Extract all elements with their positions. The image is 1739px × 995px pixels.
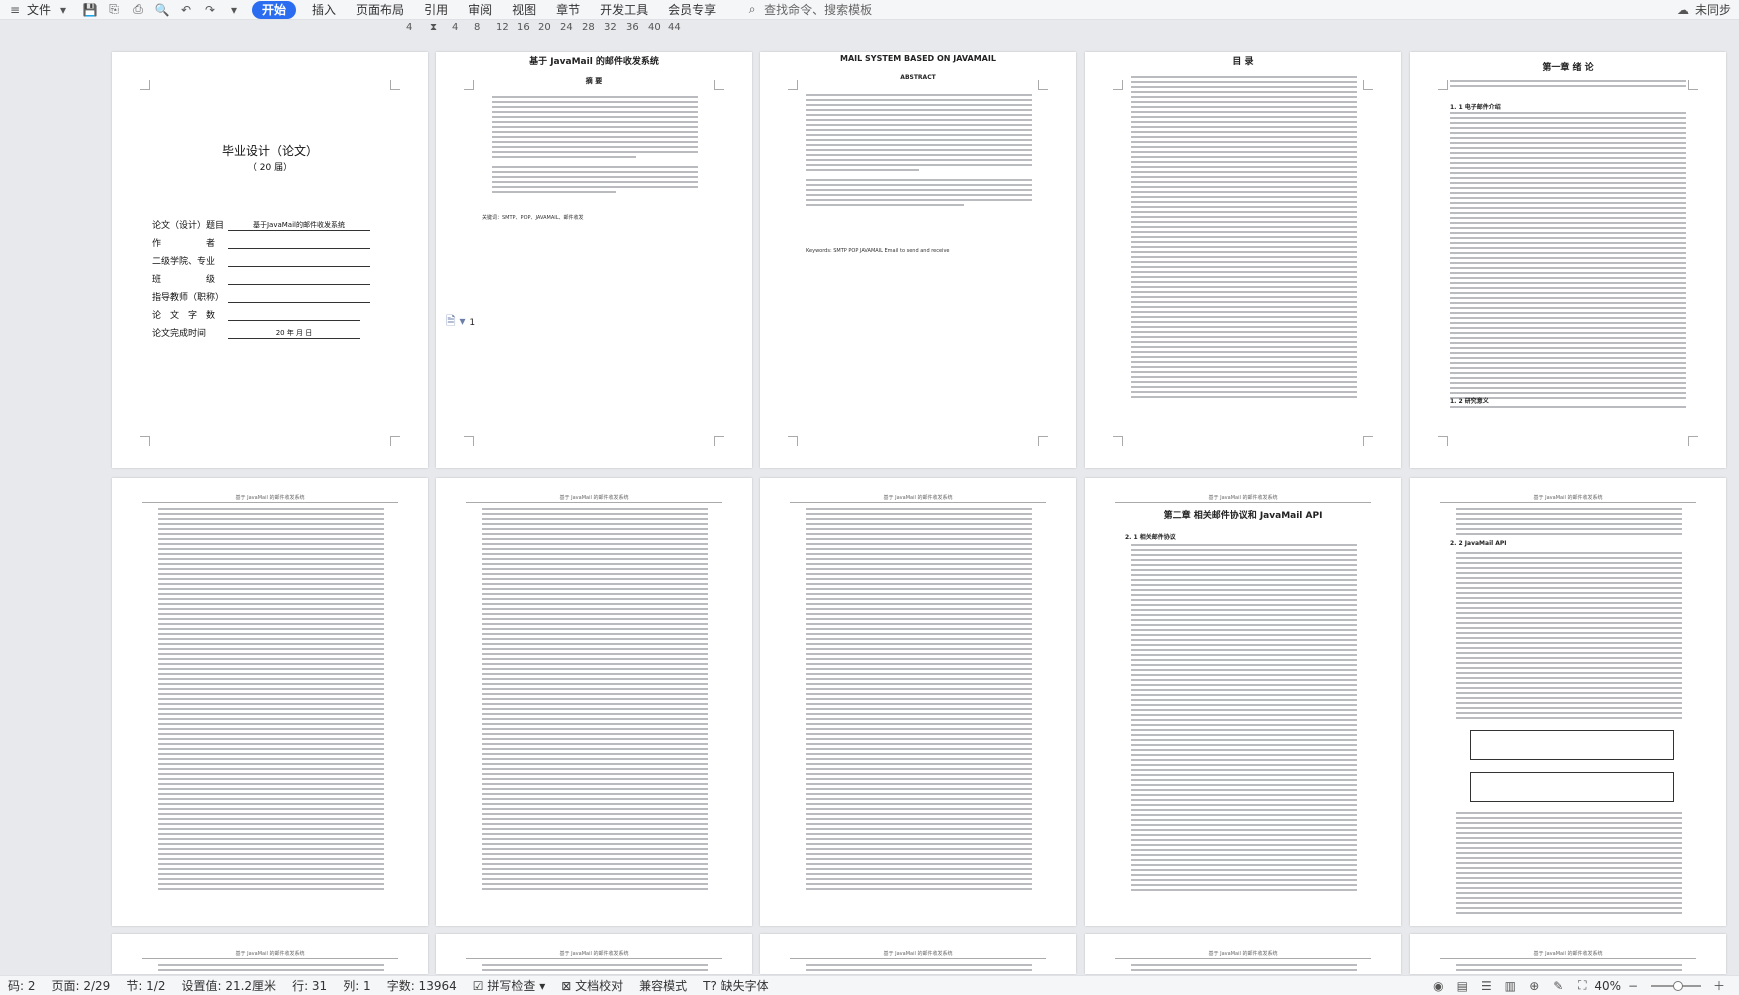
abstract-en-keywords: Keywords: SMTP POP JAVAMAIL Email to sen… — [806, 248, 950, 254]
redo-icon[interactable]: ↷ — [202, 2, 218, 18]
menu-icon: ≡ — [9, 2, 21, 17]
missing-font-button[interactable]: T? 缺失字体 — [695, 977, 777, 994]
code-box-2 — [1470, 772, 1674, 802]
abstract-cn-keywords: 关键词：SMTP、POP、JAVAMAIL、邮件收发 — [482, 215, 584, 221]
pen-icon[interactable]: ✎ — [1550, 978, 1566, 994]
status-setting[interactable]: 设置值: 21.2厘米 — [173, 977, 284, 994]
search-icon: ⌕ — [748, 2, 756, 16]
tab-view[interactable]: 视图 — [502, 0, 546, 20]
font-icon: T? — [703, 979, 717, 993]
abstract-cn-body — [492, 96, 698, 196]
status-page-code[interactable]: 码: 2 — [0, 977, 44, 994]
command-search[interactable]: ⌕ 查找命令、搜索模板 — [740, 1, 872, 18]
cover-row-author: 作 者 — [152, 236, 370, 249]
status-bar: 码: 2 页面: 2/29 节: 1/2 设置值: 21.2厘米 行: 31 列… — [0, 975, 1739, 995]
tab-developer[interactable]: 开发工具 — [590, 0, 658, 20]
abstract-en-body — [806, 94, 1032, 209]
zoom-out-icon[interactable]: − — [1625, 978, 1641, 994]
code-box-1 — [1470, 730, 1674, 760]
page-abstract-cn[interactable]: 基于 JavaMail 的邮件收发系统 摘 要 关键词：SMTP、POP、JAV… — [436, 52, 752, 468]
tab-member[interactable]: 会员专享 — [658, 0, 726, 20]
page-body-1[interactable]: 基于 JavaMail 的邮件收发系统 — [112, 478, 428, 926]
chevron-down-icon: ▾ — [60, 2, 67, 17]
zoom-level[interactable]: 40% — [1594, 979, 1621, 993]
page-body-2[interactable]: 基于 JavaMail 的邮件收发系统 — [436, 478, 752, 926]
checkbox-icon: ☑ — [472, 979, 484, 993]
web-view-icon[interactable]: ⊕ — [1526, 978, 1542, 994]
chapter2-sec1: 2. 1 相关邮件协议 — [1125, 534, 1176, 541]
outline-view-icon[interactable]: ☰ — [1478, 978, 1494, 994]
print-icon[interactable]: ⎙ — [130, 2, 146, 18]
indent-marker-icon[interactable]: ⧗ — [430, 22, 437, 33]
preview-icon[interactable]: 🔍 — [154, 2, 170, 18]
spell-check-button[interactable]: ☑ 拼写检查 ▾ — [465, 977, 553, 994]
tab-insert[interactable]: 插入 — [302, 0, 346, 20]
chapter1-title: 第一章 绪 论 — [1542, 63, 1594, 73]
page-body-6[interactable]: 基于 JavaMail 的邮件收发系统 — [112, 934, 428, 974]
abstract-en-title: MAIL SYSTEM BASED ON JAVAMAIL — [840, 54, 996, 63]
undo-icon[interactable]: ↶ — [178, 2, 194, 18]
cover-row-college: 二级学院、专业 — [152, 254, 370, 267]
chapter1-sec1: 1. 1 电子邮件介绍 — [1450, 104, 1501, 111]
page-header: 基于 JavaMail 的邮件收发系统 — [142, 494, 398, 503]
tab-references[interactable]: 引用 — [414, 0, 458, 20]
status-page[interactable]: 页面: 2/29 — [44, 977, 119, 994]
toc-title: 目 录 — [1232, 57, 1254, 67]
chapter1-sec2: 1. 2 研究意义 — [1450, 398, 1489, 405]
chapter2-title: 第二章 相关邮件协议和 JavaMail API — [1163, 511, 1323, 521]
tab-review[interactable]: 审阅 — [458, 0, 502, 20]
proofread-icon: ⊠ — [561, 979, 572, 993]
abstract-cn-title: 基于 JavaMail 的邮件收发系统 — [529, 57, 659, 67]
cover-row-date: 论文完成时间 20 年 月 日 — [152, 326, 360, 339]
cover-row-class: 班 级 — [152, 272, 370, 285]
fit-icon[interactable]: ⛶ — [1574, 978, 1590, 994]
compat-mode[interactable]: 兼容模式 — [631, 977, 695, 994]
file-menu[interactable]: ≡ 文件 ▾ — [0, 0, 78, 20]
page-cover[interactable]: 毕业设计（论文） （ 20 届） 论文（设计）题目 基于JavaMail的邮件收… — [112, 52, 428, 468]
ribbon-toolbar: ≡ 文件 ▾ 💾 ⎘ ⎙ 🔍 ↶ ↷ ▾ 开始 插入 页面布局 引用 审阅 视图… — [0, 0, 1739, 20]
status-section[interactable]: 节: 1/2 — [118, 977, 173, 994]
status-words[interactable]: 字数: 13964 — [379, 977, 465, 994]
chevron-down-icon: ▾ — [539, 979, 546, 993]
chapter1-body — [1450, 112, 1686, 402]
abstract-en-subtitle: ABSTRACT — [900, 74, 936, 81]
page-body-3[interactable]: 基于 JavaMail 的邮件收发系统 — [760, 478, 1076, 926]
zoom-slider[interactable] — [1651, 980, 1701, 991]
page-body-10[interactable]: 基于 JavaMail 的邮件收发系统 — [1410, 934, 1726, 974]
status-col[interactable]: 列: 1 — [335, 977, 379, 994]
eye-icon[interactable]: ◉ — [1430, 978, 1446, 994]
page-body-8[interactable]: 基于 JavaMail 的邮件收发系统 — [760, 934, 1076, 974]
cover-row-wordcount: 论 文 字 数 — [152, 308, 360, 321]
chapter1-intro — [1450, 80, 1686, 90]
chapter2-sec2: 2. 2 JavaMail API — [1450, 540, 1507, 547]
save-icon[interactable]: 💾 — [82, 2, 98, 18]
reading-view-icon[interactable]: ▥ — [1502, 978, 1518, 994]
toc-entries — [1131, 76, 1357, 401]
horizontal-ruler[interactable]: 4 ⧗ 4 8 12 16 20 24 28 32 36 40 44 — [396, 22, 736, 36]
page-body-5[interactable]: 基于 JavaMail 的邮件收发系统 2. 2 JavaMail API — [1410, 478, 1726, 926]
tab-home[interactable]: 开始 — [252, 0, 297, 19]
page-toc[interactable]: 目 录 — [1085, 52, 1401, 468]
page-chapter2[interactable]: 基于 JavaMail 的邮件收发系统 第二章 相关邮件协议和 JavaMail… — [1085, 478, 1401, 926]
sync-status[interactable]: ☁ 未同步 — [1671, 1, 1739, 18]
cover-row-title: 论文（设计）题目 基于JavaMail的邮件收发系统 — [152, 218, 370, 231]
page-body-9[interactable]: 基于 JavaMail 的邮件收发系统 — [1085, 934, 1401, 974]
page-abstract-en[interactable]: MAIL SYSTEM BASED ON JAVAMAIL ABSTRACT K… — [760, 52, 1076, 468]
status-row[interactable]: 行: 31 — [284, 977, 335, 994]
abstract-cn-subtitle: 摘 要 — [585, 77, 603, 85]
zoom-in-icon[interactable]: ＋ — [1711, 978, 1727, 994]
document-icon[interactable]: 🗎 ▾ 1 — [446, 312, 475, 333]
more-icon[interactable]: ▾ — [226, 2, 242, 18]
proofread-button[interactable]: ⊠ 文档校对 — [553, 977, 631, 994]
tab-chapter[interactable]: 章节 — [546, 0, 590, 20]
page-view-icon[interactable]: ▤ — [1454, 978, 1470, 994]
cover-year: （ 20 届） — [247, 163, 293, 173]
cover-row-advisor: 指导教师（职称） — [152, 290, 370, 303]
cover-title: 毕业设计（论文） — [221, 144, 318, 158]
page-body-7[interactable]: 基于 JavaMail 的邮件收发系统 — [436, 934, 752, 974]
export-icon[interactable]: ⎘ — [106, 2, 122, 18]
page-chapter1[interactable]: 第一章 绪 论 1. 1 电子邮件介绍 1. 2 研究意义 — [1410, 52, 1726, 468]
cloud-icon: ☁ — [1676, 2, 1689, 17]
tab-layout[interactable]: 页面布局 — [346, 0, 414, 20]
